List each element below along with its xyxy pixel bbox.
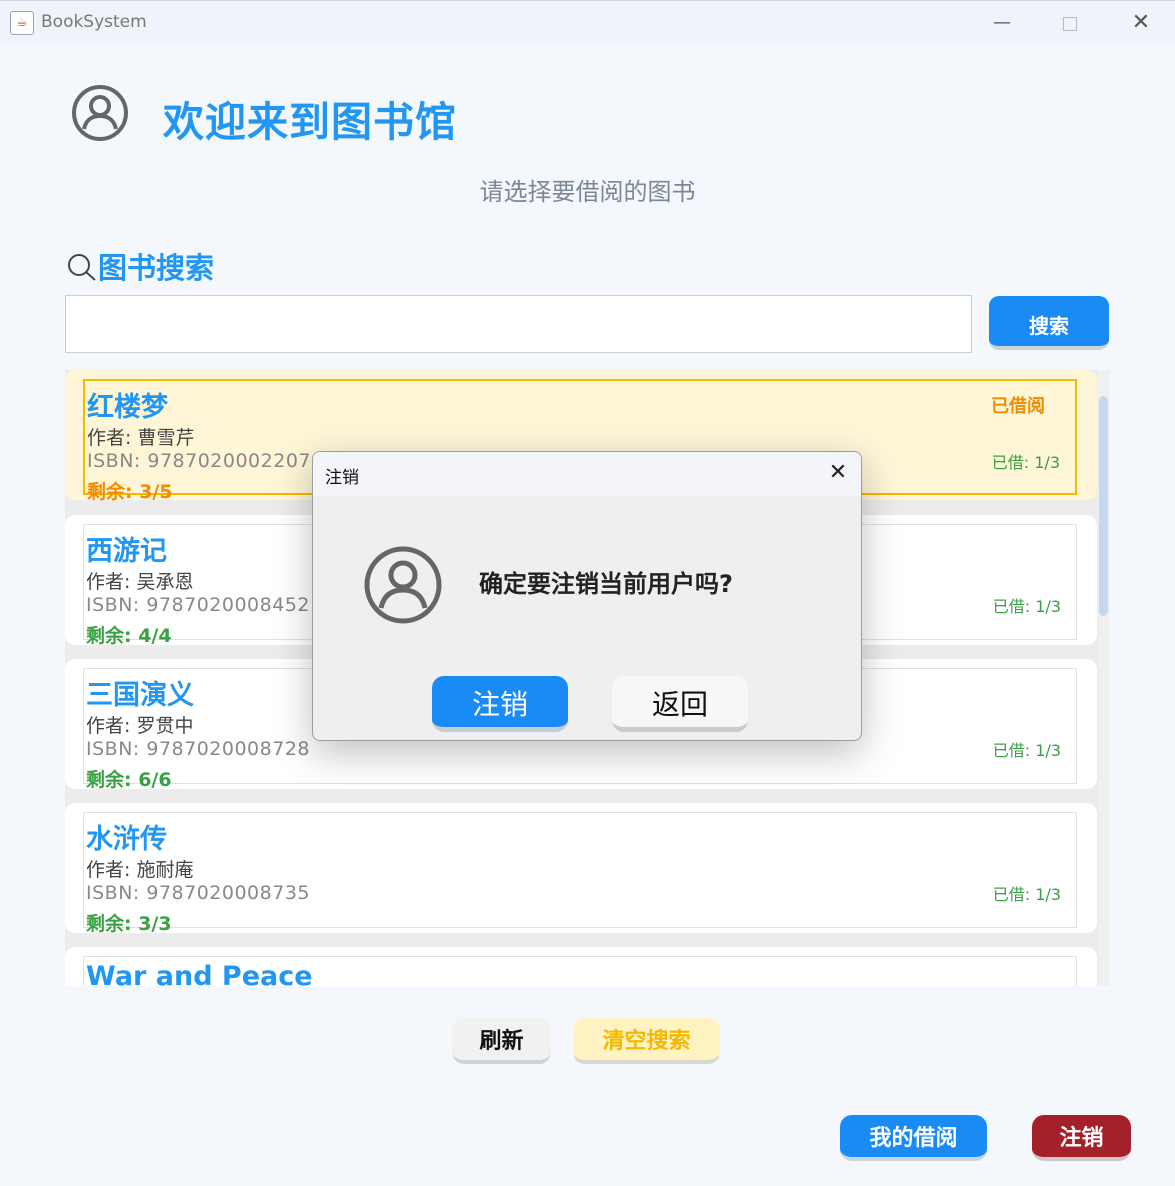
book-remaining: 剩余: 6/6 xyxy=(86,769,172,791)
maximize-icon xyxy=(1063,17,1077,31)
book-card[interactable]: 水浒传 作者: 施耐庵 ISBN: 9787020008735 剩余: 3/3 … xyxy=(65,803,1097,935)
user-avatar-icon xyxy=(72,85,128,141)
close-window-button[interactable]: ✕ xyxy=(1121,9,1161,37)
book-borrow-count: 已借: 1/3 xyxy=(992,885,1061,904)
logout-confirm-dialog: 注销 ✕ 确定要注销当前用户吗? 注销 返回 xyxy=(312,451,862,741)
refresh-button[interactable]: 刷新 xyxy=(452,1018,551,1064)
logout-button[interactable]: 注销 xyxy=(1032,1115,1131,1161)
dialog-title: 注销 xyxy=(325,468,359,488)
book-remaining: 剩余: 3/5 xyxy=(87,481,173,503)
book-card-body: 水浒传 作者: 施耐庵 ISBN: 9787020008735 剩余: 3/3 … xyxy=(83,812,1077,935)
book-isbn: ISBN: 9787020002207 xyxy=(87,450,312,472)
book-remaining: 剩余: 3/3 xyxy=(86,913,172,935)
book-author: 作者: 吴承恩 xyxy=(86,571,194,593)
window-titlebar: ☕ BookSystem — ✕ xyxy=(0,0,1175,46)
book-card[interactable]: War and Peace xyxy=(65,947,1097,986)
book-name: 三国演义 xyxy=(86,680,194,711)
page-title: 欢迎来到图书馆 xyxy=(163,98,457,146)
dialog-message: 确定要注销当前用户吗? xyxy=(479,570,733,598)
book-author: 作者: 曹雪芹 xyxy=(87,427,195,449)
search-input[interactable] xyxy=(65,295,972,353)
book-status-badge: 已借阅 xyxy=(991,396,1045,417)
book-name: 西游记 xyxy=(86,536,167,567)
search-button[interactable]: 搜索 xyxy=(989,296,1109,350)
dialog-back-button[interactable]: 返回 xyxy=(612,676,748,732)
book-author: 作者: 罗贯中 xyxy=(86,715,194,737)
book-borrow-count: 已借: 1/3 xyxy=(991,453,1060,472)
my-borrowings-button[interactable]: 我的借阅 xyxy=(840,1115,987,1161)
page-subtitle: 请选择要借阅的图书 xyxy=(479,178,696,206)
clear-search-button[interactable]: 清空搜索 xyxy=(573,1018,720,1064)
book-isbn: ISBN: 9787020008728 xyxy=(86,738,311,760)
book-name: War and Peace xyxy=(86,961,313,986)
book-remaining: 剩余: 4/4 xyxy=(86,625,172,647)
java-app-icon: ☕ xyxy=(10,11,34,35)
book-borrow-count: 已借: 1/3 xyxy=(992,741,1061,760)
maximize-button[interactable] xyxy=(1050,9,1090,37)
search-icon xyxy=(68,254,96,281)
search-heading: 图书搜索 xyxy=(66,245,214,287)
dialog-close-button[interactable]: ✕ xyxy=(823,458,853,488)
window-title: BookSystem xyxy=(41,12,147,32)
book-name: 红楼梦 xyxy=(87,392,168,423)
book-isbn: ISBN: 9787020008735 xyxy=(86,882,311,904)
book-name: 水浒传 xyxy=(86,824,167,855)
book-borrow-count: 已借: 1/3 xyxy=(992,597,1061,616)
dialog-confirm-logout-button[interactable]: 注销 xyxy=(432,676,568,732)
user-avatar-icon xyxy=(364,546,442,624)
book-author: 作者: 施耐庵 xyxy=(86,859,194,881)
dialog-titlebar: 注销 ✕ xyxy=(313,452,861,496)
book-card-body: War and Peace xyxy=(83,956,1077,986)
minimize-button[interactable]: — xyxy=(982,9,1022,37)
search-heading-label: 图书搜索 xyxy=(98,251,215,285)
book-isbn: ISBN: 9787020008452 xyxy=(86,594,311,616)
list-scrollbar-thumb[interactable] xyxy=(1099,396,1108,616)
